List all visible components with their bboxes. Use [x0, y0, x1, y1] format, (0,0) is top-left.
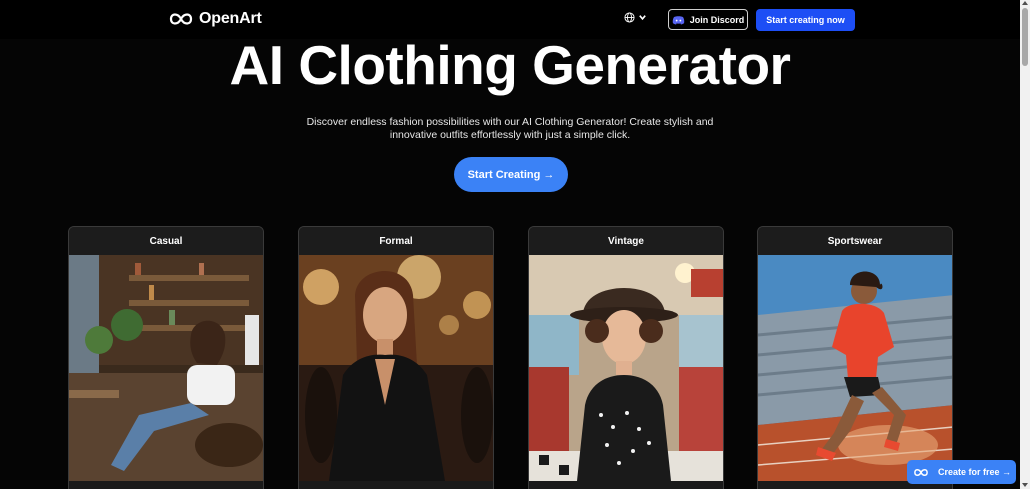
openart-logo-icon: [169, 13, 193, 25]
scroll-up-arrow-icon[interactable]: [1022, 1, 1028, 5]
start-creating-label: Start Creating →: [467, 168, 555, 181]
join-discord-label: Join Discord: [689, 14, 745, 25]
top-nav: OpenArt Join Discord Start creating now: [0, 0, 1020, 39]
start-creating-now-label: Start creating now: [766, 15, 845, 25]
card-image-vintage[interactable]: [529, 255, 723, 481]
brand-name: OpenArt: [199, 10, 262, 27]
start-creating-now-button[interactable]: Start creating now: [756, 9, 855, 31]
scroll-down-arrow-icon[interactable]: [1022, 483, 1028, 487]
page: OpenArt Join Discord Start creating now: [0, 0, 1030, 489]
style-card-vintage[interactable]: Vintage: [528, 226, 724, 489]
casual-photo: [69, 255, 263, 481]
globe-icon: [624, 12, 635, 23]
page-scrollbar[interactable]: [1020, 0, 1030, 489]
vintage-photo: [529, 255, 723, 481]
card-label: Formal: [299, 227, 493, 255]
join-discord-button[interactable]: Join Discord: [668, 9, 748, 30]
formal-photo: [299, 255, 493, 481]
card-label: Sportswear: [758, 227, 952, 255]
create-for-free-label: Create for free →: [938, 467, 1012, 477]
openart-logo[interactable]: OpenArt: [168, 10, 262, 28]
discord-icon: [672, 15, 684, 24]
style-card-casual[interactable]: Casual: [68, 226, 264, 489]
card-label: Casual: [69, 227, 263, 255]
card-image-sportswear[interactable]: [758, 255, 952, 481]
card-image-formal[interactable]: [299, 255, 493, 481]
page-title: AI Clothing Generator: [229, 34, 791, 96]
card-label: Vintage: [529, 227, 723, 255]
hero-description: Discover endless fashion possibilities w…: [306, 116, 714, 141]
language-selector[interactable]: [624, 12, 647, 23]
scroll-thumb[interactable]: [1022, 8, 1028, 66]
openart-logo-icon: [914, 468, 928, 476]
create-for-free-button[interactable]: Create for free →: [907, 460, 1016, 484]
chevron-down-icon: [639, 15, 646, 21]
style-card-formal[interactable]: Formal: [298, 226, 494, 489]
card-image-casual[interactable]: [69, 255, 263, 481]
start-creating-button[interactable]: Start Creating →: [454, 157, 568, 192]
sportswear-photo: [758, 255, 952, 481]
style-card-sportswear[interactable]: Sportswear: [757, 226, 953, 489]
